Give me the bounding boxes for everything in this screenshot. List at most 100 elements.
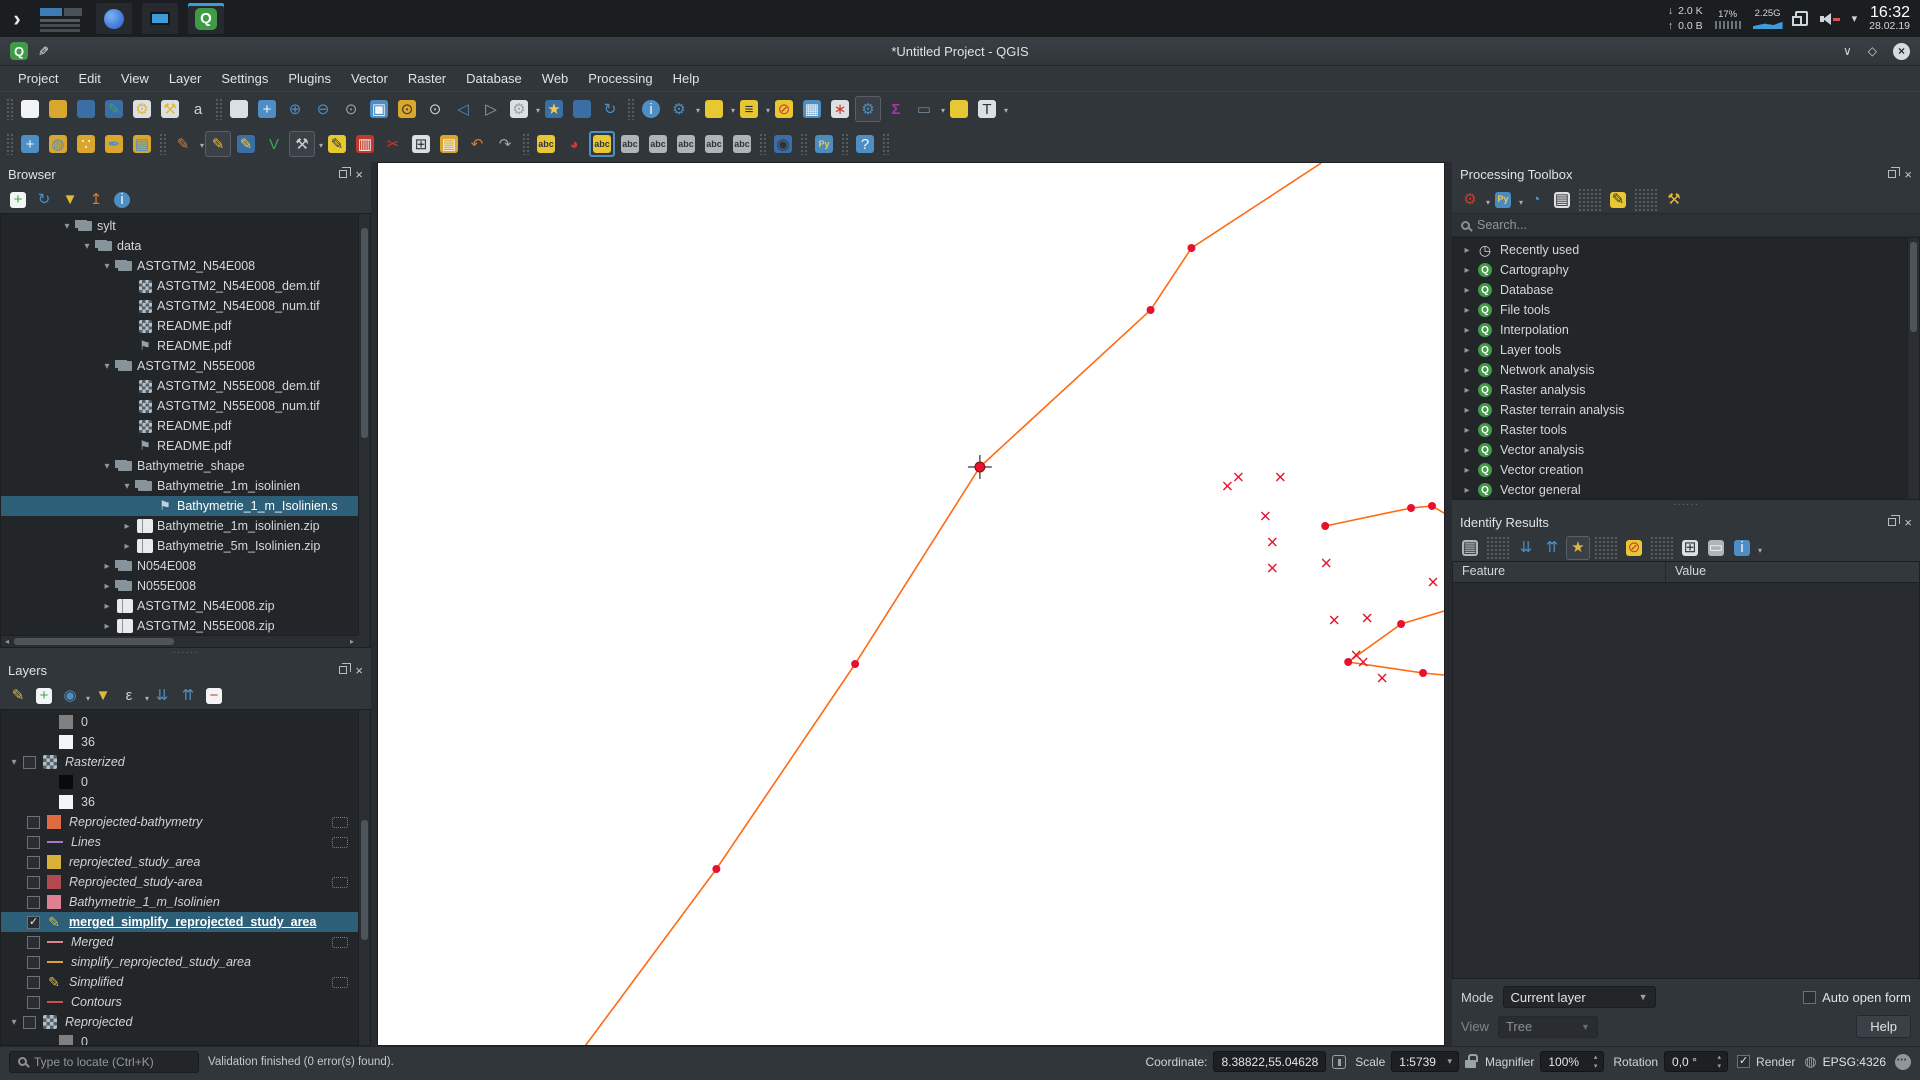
expand-arrow-icon[interactable]: [1459, 445, 1475, 456]
open-attribute-table-button[interactable]: ▦: [799, 96, 825, 122]
collapse-all-button[interactable]: ↥: [84, 188, 108, 212]
browser-item[interactable]: ASTGTM2_N55E008_num.tif: [1, 396, 358, 416]
edit-features-in-place-button[interactable]: ✎: [1606, 188, 1630, 212]
toolbar-handle[interactable]: [1594, 536, 1618, 560]
expand-all-button[interactable]: ⇊: [1514, 536, 1538, 560]
menu-item[interactable]: Project: [8, 68, 68, 89]
coordinate-input[interactable]: 8.38822,55.04628: [1213, 1051, 1326, 1072]
toolbox-category[interactable]: Vector creation: [1453, 460, 1907, 480]
text-annotation-button[interactable]: T: [974, 96, 1000, 122]
metasearch-button[interactable]: ◉: [770, 131, 796, 157]
menu-item[interactable]: Help: [663, 68, 710, 89]
new-print-layout-button[interactable]: ⚙: [129, 96, 155, 122]
run-feature-action-button[interactable]: ⚙: [666, 96, 692, 122]
clipboard-tray-icon[interactable]: [1795, 11, 1808, 26]
expand-arrow-icon[interactable]: [99, 561, 115, 572]
locate-input[interactable]: [34, 1055, 190, 1069]
layer-visibility-checkbox[interactable]: [27, 936, 40, 949]
processing-toolbox-button[interactable]: ⚙: [855, 96, 881, 122]
browser-item[interactable]: README.pdf: [1, 436, 358, 456]
toolbox-category[interactable]: File tools: [1453, 300, 1907, 320]
feature-column-header[interactable]: Feature: [1453, 562, 1666, 582]
browser-item[interactable]: ASTGTM2_N54E008.zip: [1, 596, 358, 616]
toolbar-handle[interactable]: [1650, 536, 1674, 560]
models-button[interactable]: ⚙: [1458, 188, 1482, 212]
layer-item[interactable]: Contours: [1, 992, 358, 1012]
expand-arrow-icon[interactable]: [99, 581, 115, 592]
panel-splitter[interactable]: [0, 648, 371, 658]
filter-by-expression-button[interactable]: ε: [117, 684, 141, 708]
toolbox-category[interactable]: Vector analysis: [1453, 440, 1907, 460]
toolbar-handle[interactable]: [1578, 188, 1602, 212]
browser-item[interactable]: README.pdf: [1, 316, 358, 336]
layer-item[interactable]: 36: [1, 792, 358, 812]
dock-splitter[interactable]: [1445, 162, 1452, 1046]
scroll-right-button[interactable]: ▸: [346, 636, 358, 647]
new-map-view-button[interactable]: ⚙: [506, 96, 532, 122]
view-select[interactable]: Tree ▼: [1498, 1016, 1598, 1038]
clear-results-button[interactable]: ⊘: [1622, 536, 1646, 560]
copy-features-button[interactable]: ⊞: [408, 131, 434, 157]
layer-item[interactable]: 36: [1, 732, 358, 752]
layer-item[interactable]: Reprojected-bathymetry: [1, 812, 358, 832]
layer-item[interactable]: simplify_reprojected_study_area: [1, 952, 358, 972]
expand-arrow-icon[interactable]: [1459, 385, 1475, 396]
add-selected-layers-button[interactable]: +: [6, 188, 30, 212]
new-geopackage-layer-button[interactable]: ◍: [45, 131, 71, 157]
browser-item[interactable]: ASTGTM2_N55E008.zip: [1, 616, 358, 636]
expand-arrow-icon[interactable]: [99, 601, 115, 612]
results-viewer-button[interactable]: ▤: [1550, 188, 1574, 212]
layer-visibility-checkbox[interactable]: [27, 876, 40, 889]
messages-icon[interactable]: [1895, 1054, 1911, 1070]
layer-item[interactable]: 0: [1, 772, 358, 792]
expand-arrow-icon[interactable]: [119, 481, 135, 492]
layer-item[interactable]: Lines: [1, 832, 358, 852]
rotate-label-button[interactable]: abc: [701, 131, 727, 157]
identify-mode-button[interactable]: i: [1730, 536, 1754, 560]
layer-visibility-checkbox[interactable]: [27, 916, 40, 929]
zoom-to-selection-button[interactable]: ⊙: [422, 96, 448, 122]
expand-arrow-icon[interactable]: [1459, 425, 1475, 436]
float-panel-icon[interactable]: [1888, 518, 1896, 526]
expand-arrow-icon[interactable]: [1459, 365, 1475, 376]
browser-item[interactable]: sylt: [1, 216, 358, 236]
zoom-native-button[interactable]: ⊙: [338, 96, 364, 122]
expand-arrow-icon[interactable]: [1459, 285, 1475, 296]
toolbar-handle[interactable]: [759, 133, 766, 155]
mouse-position-icon[interactable]: [1332, 1055, 1346, 1069]
expand-arrow-icon[interactable]: [1459, 325, 1475, 336]
refresh-map-button[interactable]: ↻: [597, 96, 623, 122]
panel-splitter[interactable]: [1452, 500, 1920, 510]
expand-all-button[interactable]: ⇊: [150, 684, 174, 708]
toolbox-category[interactable]: Raster terrain analysis: [1453, 400, 1907, 420]
save-layer-edits-button[interactable]: ✎: [233, 131, 259, 157]
pan-map-button[interactable]: [226, 96, 252, 122]
show-spatial-bookmarks-button[interactable]: [569, 96, 595, 122]
layer-item[interactable]: Merged: [1, 932, 358, 952]
expand-arrow-icon[interactable]: [1459, 305, 1475, 316]
scroll-left-button[interactable]: ◂: [1, 636, 13, 647]
new-virtual-layer-button[interactable]: ▤: [129, 131, 155, 157]
lock-scale-icon[interactable]: [1465, 1060, 1476, 1068]
new-spatial-bookmark-button[interactable]: ★: [541, 96, 567, 122]
expand-arrow-icon[interactable]: [1459, 345, 1475, 356]
layer-item[interactable]: Rasterized: [1, 752, 358, 772]
pin-labels-button[interactable]: abc: [617, 131, 643, 157]
python-console-button[interactable]: Py: [811, 131, 837, 157]
menu-item[interactable]: Edit: [68, 68, 110, 89]
toolbar-handle[interactable]: [800, 133, 807, 155]
close-panel-icon[interactable]: ×: [355, 168, 363, 181]
float-panel-icon[interactable]: [339, 666, 347, 674]
maximize-button[interactable]: ◇: [1868, 44, 1877, 58]
taskbar-qgis-app[interactable]: Q: [188, 3, 224, 34]
mode-select[interactable]: Current layer ▼: [1503, 986, 1656, 1008]
select-features-button[interactable]: [701, 96, 727, 122]
toolbox-category[interactable]: Network analysis: [1453, 360, 1907, 380]
save-project-as-button[interactable]: ✎: [101, 96, 127, 122]
float-panel-icon[interactable]: [1888, 170, 1896, 178]
expand-new-results-button[interactable]: ★: [1566, 536, 1590, 560]
menu-item[interactable]: Web: [532, 68, 579, 89]
minimize-button[interactable]: ∨: [1843, 44, 1852, 58]
layer-item[interactable]: Simplified: [1, 972, 358, 992]
taskbar-display-app[interactable]: [142, 3, 178, 34]
